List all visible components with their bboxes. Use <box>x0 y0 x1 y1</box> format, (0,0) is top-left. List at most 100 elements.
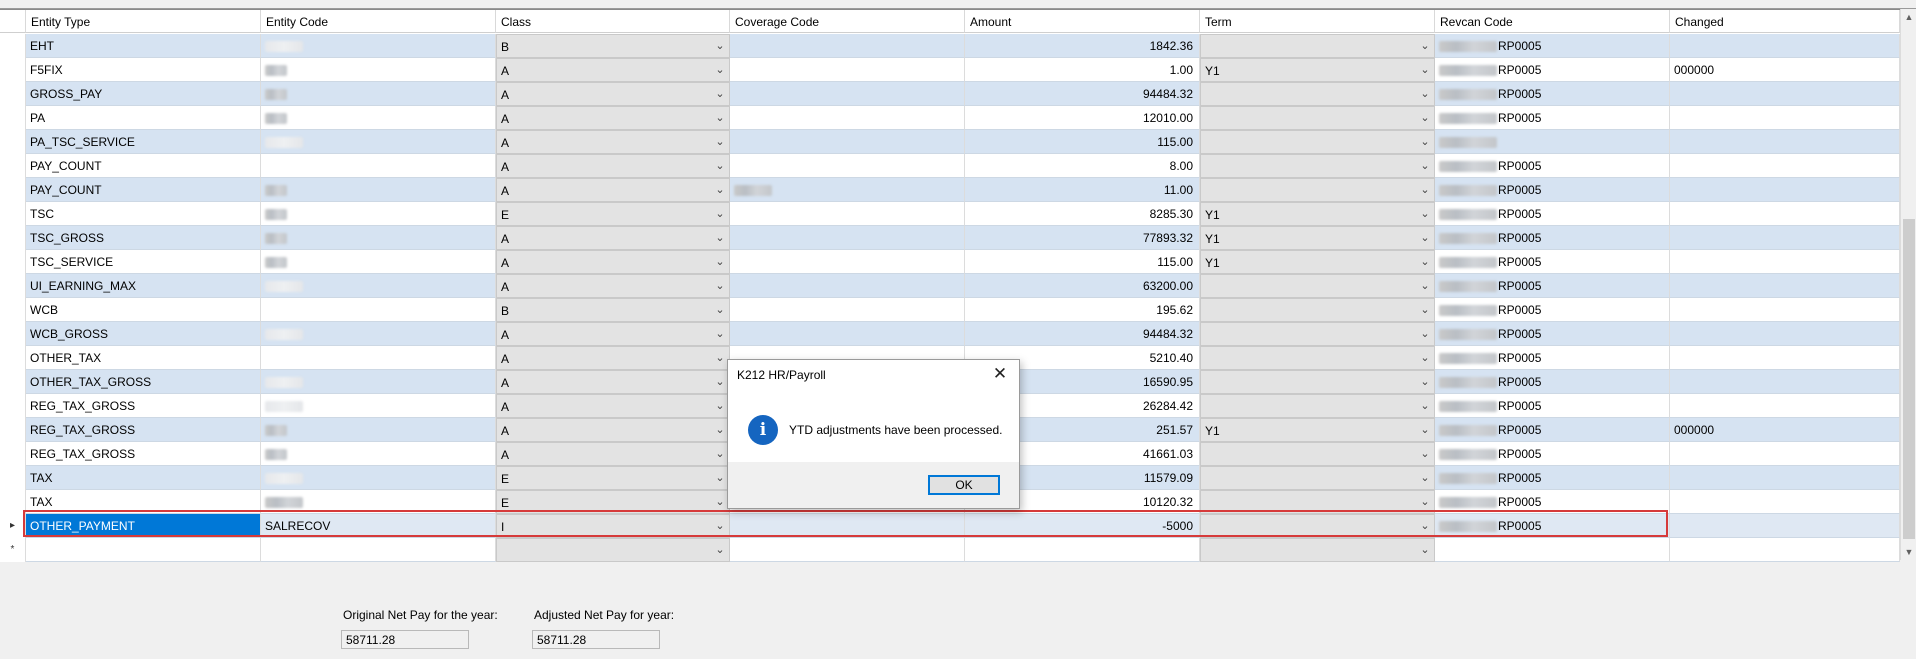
changed-cell[interactable] <box>1670 442 1900 466</box>
entity-code-cell[interactable] <box>261 370 496 394</box>
entity-type-cell[interactable]: GROSS_PAY <box>26 82 261 106</box>
term-combo[interactable]: Y1 ⌄ <box>1200 58 1435 82</box>
chevron-down-icon[interactable]: ⌄ <box>714 371 726 393</box>
chevron-down-icon[interactable]: ⌄ <box>714 107 726 129</box>
revcan-code-cell[interactable]: RP0005 <box>1435 226 1670 250</box>
coverage-code-cell[interactable] <box>730 250 965 274</box>
revcan-code-cell[interactable]: RP0005 <box>1435 298 1670 322</box>
changed-cell[interactable] <box>1670 490 1900 514</box>
class-combo[interactable]: ⌄ <box>496 538 730 562</box>
chevron-down-icon[interactable]: ⌄ <box>1419 35 1431 57</box>
chevron-down-icon[interactable]: ⌄ <box>714 491 726 513</box>
entity-code-cell[interactable] <box>261 226 496 250</box>
entity-type-cell[interactable]: EHT <box>26 34 261 58</box>
entity-type-cell[interactable]: F5FIX <box>26 58 261 82</box>
revcan-code-cell[interactable]: RP0005 <box>1435 322 1670 346</box>
entity-code-cell[interactable] <box>261 394 496 418</box>
message-dialog[interactable]: K212 HR/Payroll ✕ i YTD adjustments have… <box>727 359 1020 509</box>
coverage-code-cell[interactable] <box>730 178 965 202</box>
chevron-down-icon[interactable]: ⌄ <box>1419 59 1431 81</box>
revcan-code-cell[interactable]: RP0005 <box>1435 82 1670 106</box>
changed-cell[interactable] <box>1670 202 1900 226</box>
revcan-code-cell[interactable]: RP0005 <box>1435 274 1670 298</box>
changed-cell[interactable]: 000000 <box>1670 418 1900 442</box>
class-combo[interactable]: E ⌄ <box>496 466 730 490</box>
coverage-code-cell[interactable] <box>730 106 965 130</box>
entity-type-cell[interactable]: REG_TAX_GROSS <box>26 442 261 466</box>
revcan-code-cell[interactable]: RP0005 <box>1435 394 1670 418</box>
amount-cell[interactable]: 1.00 <box>965 58 1200 82</box>
chevron-down-icon[interactable]: ⌄ <box>1419 299 1431 321</box>
coverage-code-cell[interactable] <box>730 274 965 298</box>
chevron-down-icon[interactable]: ⌄ <box>714 539 726 561</box>
class-combo[interactable]: A ⌄ <box>496 322 730 346</box>
term-combo[interactable]: ⌄ <box>1200 442 1435 466</box>
changed-cell[interactable] <box>1670 130 1900 154</box>
revcan-code-cell[interactable]: RP0005 <box>1435 106 1670 130</box>
term-combo[interactable]: Y1 ⌄ <box>1200 250 1435 274</box>
chevron-down-icon[interactable]: ⌄ <box>714 443 726 465</box>
entity-code-cell[interactable] <box>261 82 496 106</box>
amount-cell[interactable]: 115.00 <box>965 130 1200 154</box>
chevron-down-icon[interactable]: ⌄ <box>714 131 726 153</box>
term-combo[interactable]: ⌄ <box>1200 130 1435 154</box>
term-combo[interactable]: ⌄ <box>1200 538 1435 562</box>
term-combo[interactable]: Y1 ⌄ <box>1200 418 1435 442</box>
entity-type-cell[interactable]: WCB <box>26 298 261 322</box>
table-row[interactable]: PA_TSC_SERVICE A ⌄ 115.00 ⌄ <box>0 130 1900 154</box>
revcan-code-cell[interactable]: RP0005 <box>1435 34 1670 58</box>
changed-cell[interactable] <box>1670 154 1900 178</box>
row-header[interactable] <box>0 394 26 418</box>
entity-type-cell[interactable] <box>26 538 261 562</box>
entity-type-cell[interactable]: TSC_SERVICE <box>26 250 261 274</box>
row-header[interactable] <box>0 298 26 322</box>
term-combo[interactable]: ⌄ <box>1200 298 1435 322</box>
row-header[interactable] <box>0 82 26 106</box>
chevron-down-icon[interactable]: ⌄ <box>1419 347 1431 369</box>
row-header[interactable] <box>0 178 26 202</box>
col-amount[interactable]: Amount <box>965 10 1200 33</box>
entity-type-cell[interactable]: TAX <box>26 490 261 514</box>
class-combo[interactable]: I ⌄ <box>496 514 730 538</box>
entity-code-cell[interactable] <box>261 250 496 274</box>
coverage-code-cell[interactable] <box>730 34 965 58</box>
row-header[interactable] <box>0 442 26 466</box>
chevron-down-icon[interactable]: ⌄ <box>1419 515 1431 537</box>
class-combo[interactable]: B ⌄ <box>496 298 730 322</box>
coverage-code-cell[interactable] <box>730 82 965 106</box>
revcan-code-cell[interactable]: RP0005 <box>1435 514 1670 538</box>
chevron-down-icon[interactable]: ⌄ <box>1419 155 1431 177</box>
revcan-code-cell[interactable]: RP0005 <box>1435 370 1670 394</box>
row-header[interactable] <box>0 466 26 490</box>
row-header[interactable] <box>0 202 26 226</box>
entity-code-cell[interactable] <box>261 346 496 370</box>
vertical-scrollbar[interactable]: ▲ ▼ <box>1900 9 1916 560</box>
table-row[interactable]: UI_EARNING_MAX A ⌄ 63200.00 ⌄ RP0005 <box>0 274 1900 298</box>
entity-code-cell[interactable] <box>261 202 496 226</box>
revcan-code-cell[interactable]: RP0005 <box>1435 250 1670 274</box>
entity-type-cell[interactable]: PAY_COUNT <box>26 154 261 178</box>
row-header[interactable]: * <box>0 538 26 562</box>
entity-code-cell[interactable] <box>261 442 496 466</box>
coverage-code-cell[interactable] <box>730 202 965 226</box>
row-header[interactable] <box>0 250 26 274</box>
revcan-code-cell[interactable]: RP0005 <box>1435 466 1670 490</box>
chevron-down-icon[interactable]: ⌄ <box>714 395 726 417</box>
class-combo[interactable]: B ⌄ <box>496 34 730 58</box>
changed-cell[interactable] <box>1670 514 1900 538</box>
term-combo[interactable]: ⌄ <box>1200 154 1435 178</box>
chevron-down-icon[interactable]: ⌄ <box>1419 323 1431 345</box>
col-changed[interactable]: Changed <box>1670 10 1900 33</box>
amount-cell[interactable]: 11.00 <box>965 178 1200 202</box>
amount-cell[interactable]: 77893.32 <box>965 226 1200 250</box>
amount-cell[interactable]: -5000 <box>965 514 1200 538</box>
chevron-down-icon[interactable]: ⌄ <box>714 227 726 249</box>
changed-cell[interactable] <box>1670 250 1900 274</box>
table-row[interactable]: EHT B ⌄ 1842.36 ⌄ RP0005 <box>0 34 1900 58</box>
changed-cell[interactable] <box>1670 274 1900 298</box>
scroll-up-icon[interactable]: ▲ <box>1901 9 1916 25</box>
coverage-code-cell[interactable] <box>730 58 965 82</box>
close-icon[interactable]: ✕ <box>987 362 1013 386</box>
new-row[interactable]: * ⌄ ⌄ <box>0 538 1900 562</box>
entity-type-cell[interactable]: TAX <box>26 466 261 490</box>
